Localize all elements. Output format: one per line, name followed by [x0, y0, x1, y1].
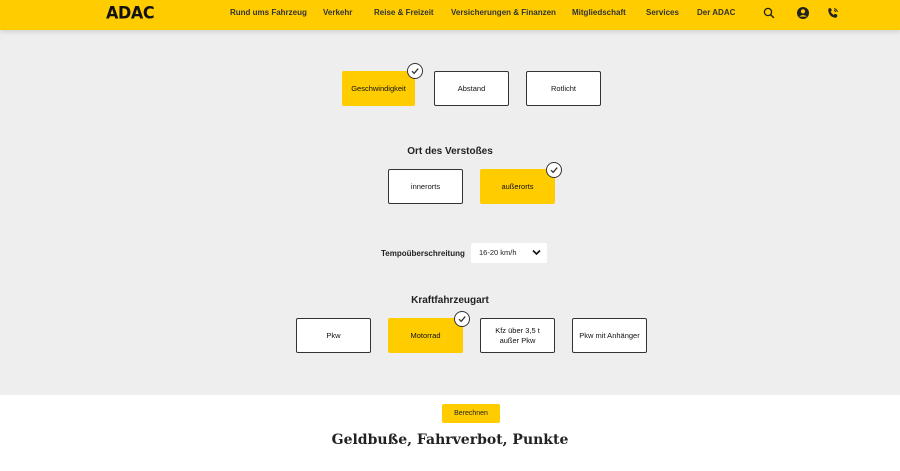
- option-rotlicht[interactable]: Rotlicht: [526, 71, 601, 106]
- search-icon[interactable]: [762, 6, 776, 20]
- adac-logo[interactable]: ADAC: [106, 2, 155, 23]
- option-pkw-mit-anhaenger[interactable]: Pkw mit Anhänger: [572, 318, 647, 353]
- location-title: Ort des Verstoßes: [407, 146, 493, 157]
- check-circle-icon: [454, 311, 470, 327]
- option-motorrad[interactable]: Motorrad: [388, 318, 463, 353]
- nav-der-adac[interactable]: Der ADAC: [697, 8, 735, 17]
- speed-label: Tempoüberschreitung: [381, 249, 465, 258]
- nav-rund-ums-fahrzeug[interactable]: Rund ums Fahrzeug: [230, 8, 307, 17]
- nav-reise-freizeit[interactable]: Reise & Freizeit: [374, 8, 434, 17]
- nav-mitgliedschaft[interactable]: Mitgliedschaft: [572, 8, 626, 17]
- option-ausserorts[interactable]: außerorts: [480, 169, 555, 204]
- result-title: Geldbuße, Fahrverbot, Punkte: [331, 432, 569, 448]
- calculate-button[interactable]: Berechnen: [442, 404, 500, 423]
- option-abstand[interactable]: Abstand: [434, 71, 509, 106]
- nav-services[interactable]: Services: [646, 8, 679, 17]
- check-circle-icon: [546, 162, 562, 178]
- check-circle-icon: [407, 63, 423, 79]
- phone-icon[interactable]: [826, 6, 840, 20]
- option-kfz-ueber-3-5t[interactable]: Kfz über 3,5 t außer Pkw: [480, 318, 555, 353]
- option-pkw[interactable]: Pkw: [296, 318, 371, 353]
- site-header: ADAC Rund ums Fahrzeug Verkehr Reise & F…: [0, 0, 900, 30]
- option-innerorts[interactable]: innerorts: [388, 169, 463, 204]
- nav-versicherungen-finanzen[interactable]: Versicherungen & Finanzen: [451, 8, 556, 17]
- speed-select-value: 16-20 km/h: [479, 248, 517, 257]
- chevron-down-icon: [532, 249, 541, 256]
- option-geschwindigkeit[interactable]: Geschwindigkeit: [342, 71, 415, 106]
- account-icon[interactable]: [796, 6, 810, 20]
- speed-select[interactable]: 16-20 km/h: [471, 243, 547, 263]
- vehicle-title: Kraftfahrzeugart: [411, 295, 489, 306]
- nav-verkehr[interactable]: Verkehr: [323, 8, 352, 17]
